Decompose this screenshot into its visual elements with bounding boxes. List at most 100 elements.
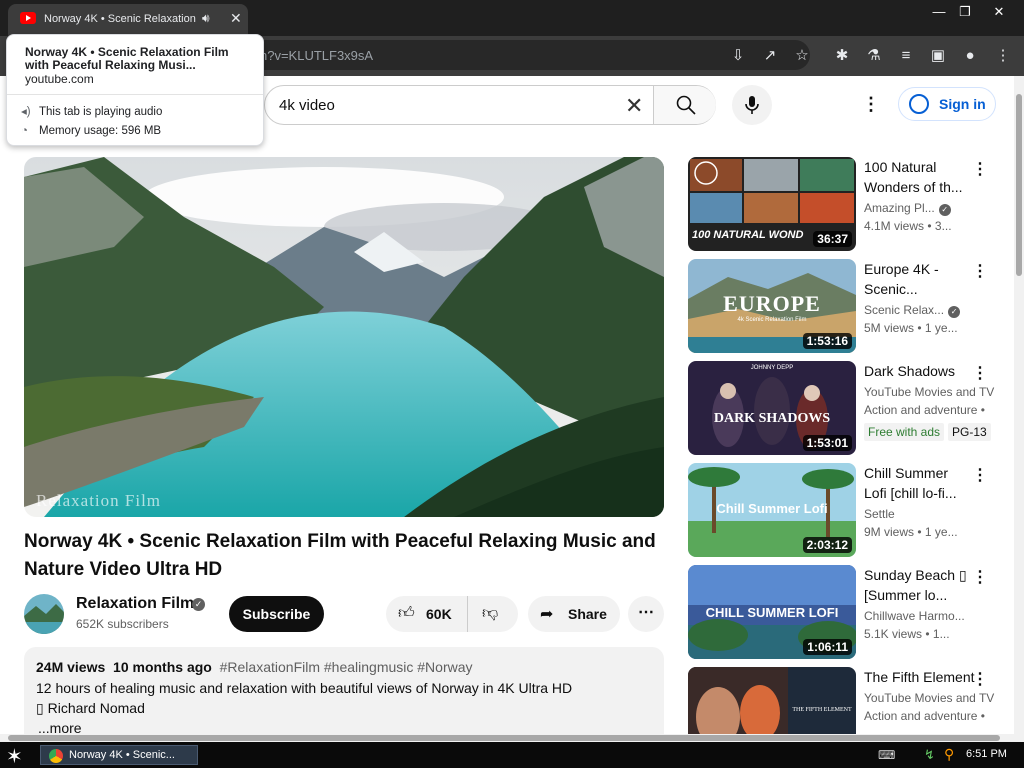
dislike-button[interactable]: 👎︎ bbox=[482, 604, 498, 623]
restore-button[interactable]: ❐ bbox=[950, 2, 980, 22]
recommendation-view-count: 9M views bbox=[864, 525, 915, 539]
recommendation-genre-text: Action and adventure • bbox=[864, 403, 985, 417]
sign-in-button[interactable]: Sign in bbox=[898, 87, 996, 121]
hover-card-memory: Memory usage: 596 MB bbox=[39, 125, 162, 137]
settings-kebab-icon[interactable]: ⋮ bbox=[862, 94, 880, 115]
recommendation-menu-icon[interactable]: ⋮ bbox=[972, 159, 988, 179]
recommendation-channel-name: YouTube Movies and TV bbox=[864, 385, 995, 399]
search-input[interactable]: 4k video bbox=[279, 97, 335, 114]
recommendation-age: • 1... bbox=[925, 627, 950, 641]
hover-card-audio: This tab is playing audio bbox=[39, 106, 163, 118]
recommendation-menu-icon[interactable]: ⋮ bbox=[972, 261, 988, 281]
vertical-scroll-thumb[interactable] bbox=[1016, 94, 1022, 276]
recommendation-channel: Chillwave Harmo... bbox=[864, 609, 965, 623]
recommendation-view-count: 4.1M views bbox=[864, 219, 925, 233]
hover-card-title: Norway 4K • Scenic Relaxation Film with … bbox=[25, 45, 229, 72]
install-app-icon[interactable]: ⇩ bbox=[728, 46, 748, 66]
recommendation-title[interactable]: 100 Natural Wonders of th... bbox=[864, 157, 968, 197]
recommendation-thumbnail[interactable]: 100 NATURAL WOND 36:37 bbox=[688, 157, 856, 251]
thumbnail-caption: THE FIFTH ELEMENT bbox=[792, 707, 852, 713]
recommendation-menu-icon[interactable]: ⋮ bbox=[972, 465, 988, 485]
video-duration: 2:03:12 bbox=[802, 537, 852, 553]
recommendation-menu-icon[interactable]: ⋮ bbox=[972, 363, 988, 383]
microphone-icon bbox=[745, 96, 759, 114]
hover-card-memory-row: ◔ Memory usage: 596 MB bbox=[21, 125, 161, 137]
recommendation-thumbnail[interactable]: THE FIFTH ELEMENT bbox=[688, 667, 856, 734]
search-button[interactable] bbox=[653, 86, 716, 124]
recommendation-views: 4.1M views • 3... bbox=[864, 219, 952, 233]
video-frame-fjord bbox=[24, 157, 664, 517]
window-close-button[interactable]: ✕ bbox=[984, 2, 1014, 22]
keyboard-icon[interactable]: ⌨ bbox=[878, 748, 895, 762]
recommendation-channel: Amazing Pl... ✓ bbox=[864, 201, 951, 216]
taskbar-window-label: Norway 4K • Scenic... bbox=[69, 749, 175, 761]
browser-menu-icon[interactable]: ⋮ bbox=[993, 46, 1013, 66]
start-menu-icon[interactable]: ✶ bbox=[6, 744, 23, 769]
taskbar-browser-window[interactable]: Norway 4K • Scenic... bbox=[40, 745, 198, 765]
media-controls-icon[interactable]: ≡ bbox=[896, 46, 916, 66]
share-label: Share bbox=[568, 606, 607, 622]
recommendation-menu-icon[interactable]: ⋮ bbox=[972, 669, 988, 689]
like-button[interactable]: 👍︎ 60K bbox=[386, 596, 468, 632]
video-duration: 1:06:11 bbox=[803, 639, 852, 655]
recommendation-title[interactable]: Dark Shadows bbox=[864, 361, 968, 381]
recommendation-channel: Settle bbox=[864, 507, 895, 521]
hover-card-domain: youtube.com bbox=[25, 72, 94, 86]
video-duration: 1:53:01 bbox=[802, 435, 852, 451]
profile-icon[interactable]: ● bbox=[960, 46, 980, 66]
recommendation-item[interactable]: THE FIFTH ELEMENT The Fifth Element YouT… bbox=[688, 667, 1008, 734]
recommendation-title[interactable]: Sunday Beach ▯ [Summer lo... bbox=[864, 565, 968, 605]
hashtags[interactable]: #RelaxationFilm #healingmusic #Norway bbox=[220, 659, 473, 675]
recommendation-thumbnail[interactable]: Chill Summer Lofi 2:03:12 bbox=[688, 463, 856, 557]
voice-search-button[interactable] bbox=[732, 85, 772, 125]
video-player[interactable]: Relaxation Film bbox=[24, 157, 664, 517]
rating-badge: PG-13 bbox=[948, 423, 991, 441]
side-panel-icon[interactable]: ▣ bbox=[928, 46, 948, 66]
speaker-icon[interactable]: 🔊︎ bbox=[202, 11, 210, 26]
recommendation-thumbnail[interactable]: JOHNNY DEPP DARK SHADOWS 1:53:01 bbox=[688, 361, 856, 455]
share-button[interactable]: ➦ Share bbox=[528, 596, 620, 632]
share-page-icon[interactable]: ↗ bbox=[760, 46, 780, 66]
vertical-scrollbar[interactable] bbox=[1014, 76, 1024, 734]
network-icon[interactable]: ↯ bbox=[924, 747, 935, 763]
recommendation-thumbnail[interactable]: CHILL SUMMER LOFI 1:06:11 bbox=[688, 565, 856, 659]
recommendation-view-count: 5.1K views bbox=[864, 627, 923, 641]
recommendation-thumbnail[interactable]: EUROPE 4k Scenic Relaxation Film 1:53:16 bbox=[688, 259, 856, 353]
description-box[interactable]: 24M views 10 months ago #RelaxationFilm … bbox=[24, 647, 664, 734]
horizontal-scroll-thumb[interactable] bbox=[8, 735, 1000, 741]
browser-tab[interactable]: Norway 4K • Scenic Relaxation 🔊︎ ✕ bbox=[8, 4, 248, 36]
recommendation-item[interactable]: Chill Summer Lofi 2:03:12 Chill Summer L… bbox=[688, 463, 1008, 557]
tab-close-icon[interactable]: ✕ bbox=[230, 10, 242, 27]
channel-name[interactable]: Relaxation Film bbox=[76, 595, 194, 613]
show-more-link[interactable]: ...more bbox=[38, 720, 82, 734]
recommendation-title[interactable]: The Fifth Element bbox=[864, 667, 984, 687]
thumbnail-topline: JOHNNY DEPP bbox=[750, 365, 794, 371]
clear-search-icon[interactable]: ✕ bbox=[625, 93, 643, 119]
lab-flask-icon[interactable]: ⚗ bbox=[864, 46, 884, 66]
audio-icon: ◂) bbox=[21, 106, 31, 118]
recommendation-views: 9M views • 1 ye... bbox=[864, 525, 958, 539]
thumbnail-caption: Chill Summer Lofi bbox=[716, 501, 828, 516]
thumbnail-caption: CHILL SUMMER LOFI bbox=[705, 605, 839, 620]
bookmark-star-icon[interactable]: ☆ bbox=[792, 46, 812, 66]
tray-search-icon[interactable]: ⚲ bbox=[944, 746, 954, 763]
subscribe-button[interactable]: Subscribe bbox=[229, 596, 324, 632]
thumbnail-caption: DARK SHADOWS bbox=[713, 411, 831, 426]
recommendation-menu-icon[interactable]: ⋮ bbox=[972, 567, 988, 587]
recommendation-age: • 1 ye... bbox=[917, 525, 958, 539]
recommendation-channel-name: YouTube Movies and TV bbox=[864, 691, 995, 705]
more-actions-icon[interactable]: ⋯ bbox=[628, 596, 664, 632]
recommendation-title[interactable]: Chill Summer Lofi [chill lo-fi... bbox=[864, 463, 968, 503]
like-count: 60K bbox=[426, 606, 452, 622]
recommendation-title[interactable]: Europe 4K - Scenic... bbox=[864, 259, 968, 299]
recommendation-item[interactable]: EUROPE 4k Scenic Relaxation Film 1:53:16… bbox=[688, 259, 1008, 353]
recommendation-item[interactable]: 100 NATURAL WOND 36:37 100 Natural Wonde… bbox=[688, 157, 1008, 251]
system-clock[interactable]: 6:51 PM bbox=[966, 748, 1007, 760]
horizontal-scrollbar[interactable] bbox=[0, 734, 1024, 742]
hover-card-audio-row: ◂) This tab is playing audio bbox=[21, 104, 162, 118]
extensions-icon[interactable]: ✱ bbox=[832, 46, 852, 66]
search-box[interactable]: 4k video ✕ bbox=[264, 85, 716, 125]
recommendation-item[interactable]: JOHNNY DEPP DARK SHADOWS 1:53:01 Dark Sh… bbox=[688, 361, 1008, 455]
channel-avatar[interactable] bbox=[24, 594, 64, 634]
recommendation-item[interactable]: CHILL SUMMER LOFI 1:06:11 Sunday Beach ▯… bbox=[688, 565, 1008, 659]
